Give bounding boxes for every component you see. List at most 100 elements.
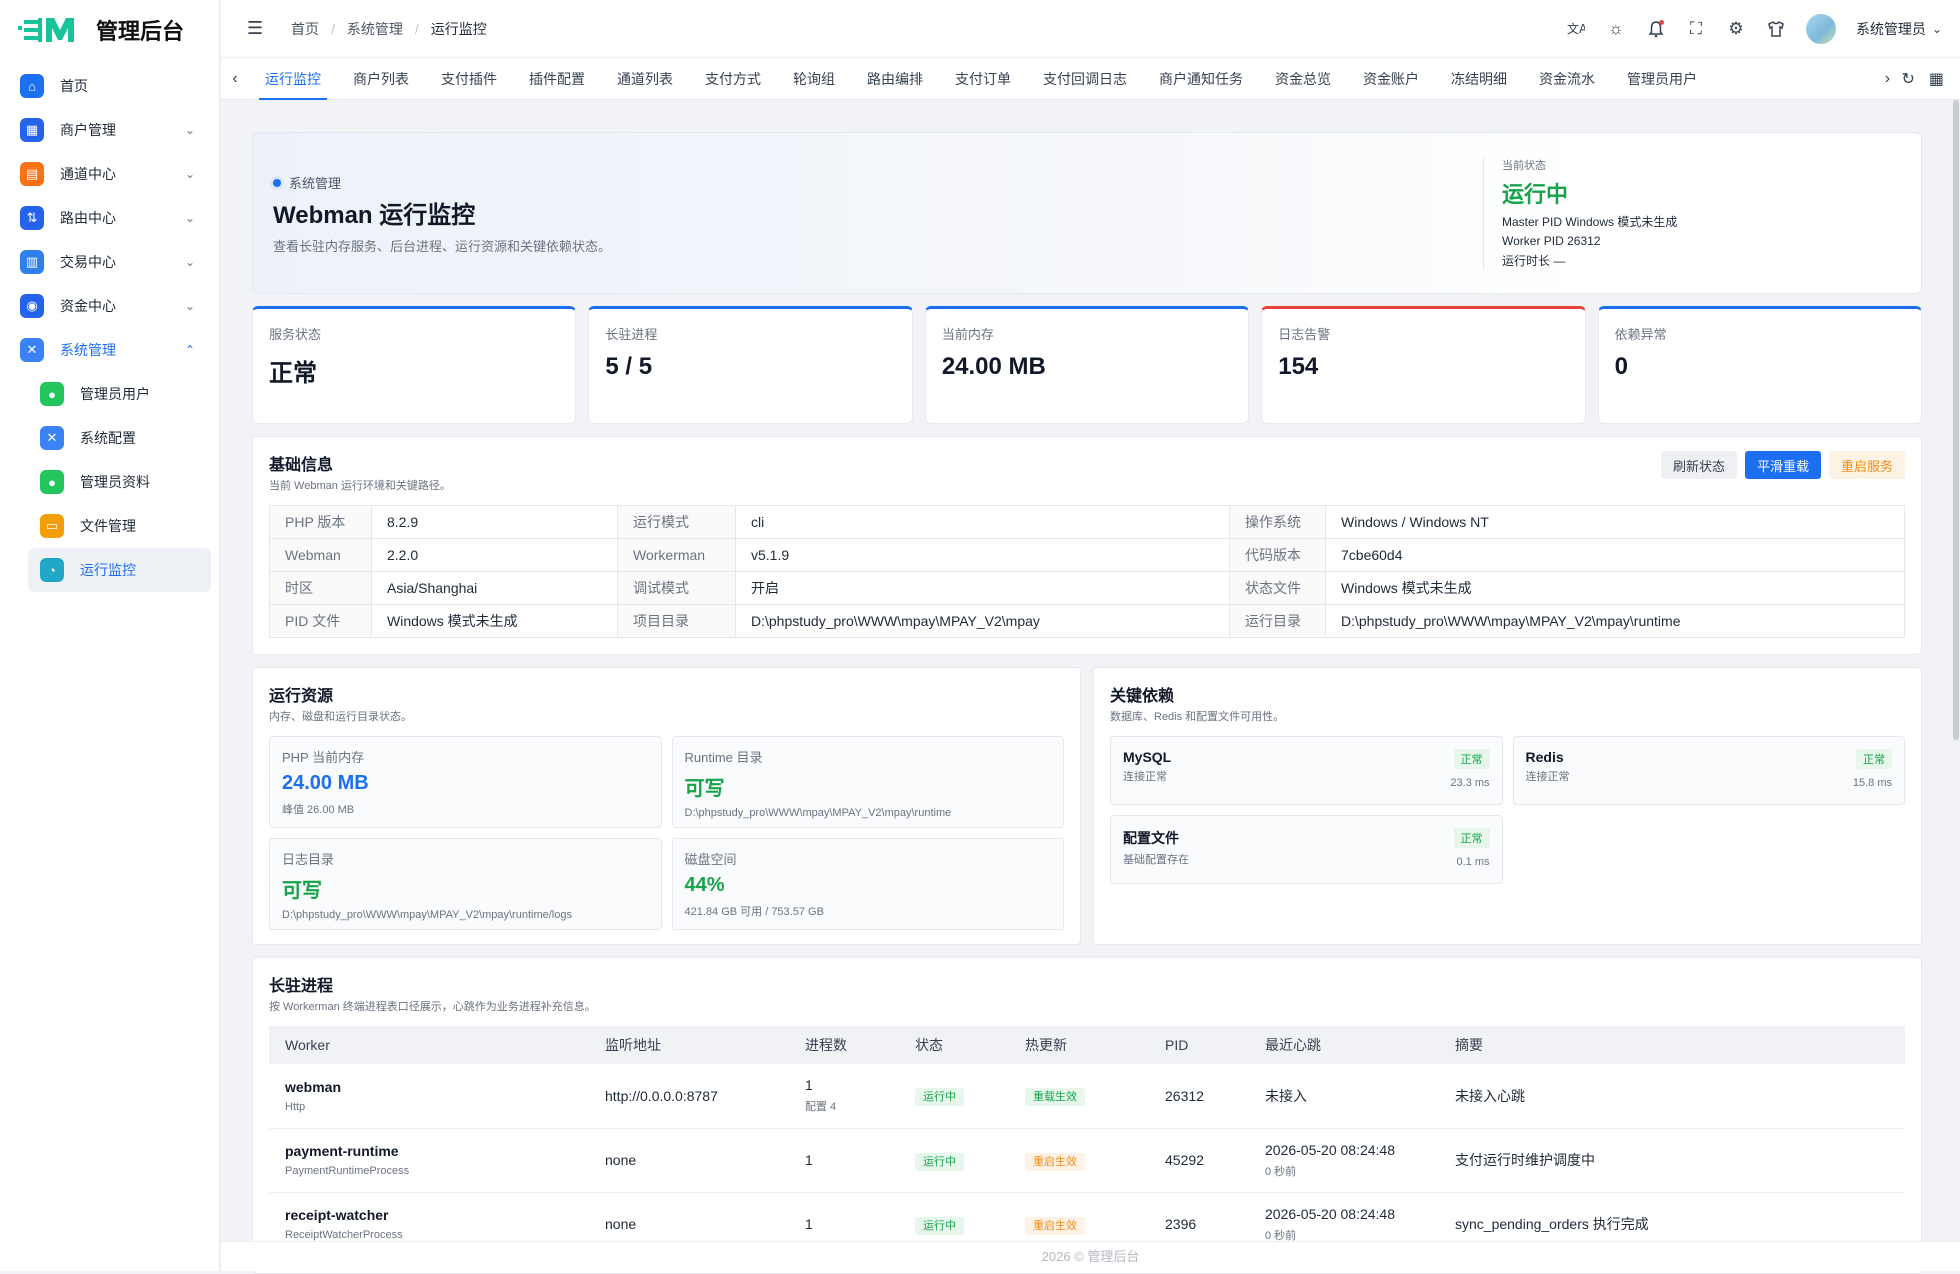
gear-icon[interactable]: ⚙ <box>1726 19 1746 39</box>
tab-admin-user[interactable]: 管理员用户 <box>1611 58 1713 100</box>
info-value: 7cbe60d4 <box>1325 538 1905 572</box>
tab-channel-list[interactable]: 通道列表 <box>601 58 689 100</box>
avatar[interactable] <box>1805 13 1836 44</box>
tab-funds-account[interactable]: 资金账户 <box>1347 58 1435 100</box>
logo-icon <box>18 14 78 46</box>
sidebar-item-label: 首页 <box>60 78 88 94</box>
breadcrumb-current: 运行监控 <box>430 20 487 37</box>
listen-address: none <box>589 1128 789 1193</box>
breadcrumb-item[interactable]: 系统管理 <box>347 19 403 39</box>
restart-service-button[interactable]: 重启服务 <box>1828 451 1905 479</box>
graceful-reload-button[interactable]: 平滑重载 <box>1744 451 1821 479</box>
tab-pay-plugin[interactable]: 支付插件 <box>425 58 513 100</box>
summary: 支付运行时维护调度中 <box>1439 1128 1905 1193</box>
sidebar-item-admin-users[interactable]: ● 管理员用户 <box>28 372 211 416</box>
home-icon: ⌂ <box>20 74 44 98</box>
section-subtitle: 当前 Webman 运行环境和关键路径。 <box>269 480 451 492</box>
refresh-status-button[interactable]: 刷新状态 <box>1660 451 1737 479</box>
grid-view-icon[interactable]: ▦ <box>1929 69 1944 89</box>
sidebar-item-home[interactable]: ⌂ 首页 <box>8 64 211 108</box>
chevron-up-icon: ⌃ <box>184 343 195 357</box>
resource-label: 磁盘空间 <box>684 852 737 867</box>
sidebar-item-merchant[interactable]: ▦ 商户管理 ⌄ <box>8 108 211 152</box>
dependency-card-mysql: MySQL 连接正常 正常 23.3 ms <box>1110 736 1503 805</box>
dependency-desc: 基础配置存在 <box>1123 854 1189 866</box>
refresh-icon[interactable]: ↻ <box>1901 69 1914 89</box>
dependency-card-config: 配置文件 基础配置存在 正常 0.1 ms <box>1110 815 1503 884</box>
logo[interactable]: 管理后台 <box>0 0 219 60</box>
tab-freeze-detail[interactable]: 冻结明细 <box>1435 58 1523 100</box>
sidebar-item-trade[interactable]: ▥ 交易中心 ⌄ <box>8 240 211 284</box>
sidebar-item-label: 管理员资料 <box>80 474 150 490</box>
kpi-label: 日志告警 <box>1278 327 1331 342</box>
section-subtitle: 内存、磁盘和运行目录状态。 <box>269 711 412 723</box>
section-subtitle: 按 Workerman 终端进程表口径展示，心跳作为业务进程补充信息。 <box>269 1001 596 1013</box>
status-label: 当前状态 <box>1502 160 1546 172</box>
info-value: cli <box>735 505 1230 539</box>
info-value: D:\phpstudy_pro\WWW\mpay\MPAY_V2\mpay <box>735 604 1230 638</box>
sidebar-item-admin-profile[interactable]: ● 管理员资料 <box>28 460 211 504</box>
column-header: 最近心跳 <box>1249 1026 1439 1064</box>
tab-callback-log[interactable]: 支付回调日志 <box>1027 58 1143 100</box>
scrollbar-thumb[interactable] <box>1953 100 1959 740</box>
sidebar-submenu: ● 管理员用户 ✕ 系统配置 ● 管理员资料 ▭ 文件管理 ◔ 运行监控 <box>8 372 211 592</box>
sidebar-item-funds[interactable]: ◉ 资金中心 ⌄ <box>8 284 211 328</box>
hero-panel: 系统管理 Webman 运行监控 查看长驻内存服务、后台进程、运行资源和关键依赖… <box>252 132 1922 294</box>
info-value: 开启 <box>735 571 1230 605</box>
tab-notify-task[interactable]: 商户通知任务 <box>1143 58 1259 100</box>
sidebar-item-label: 资金中心 <box>60 298 116 314</box>
master-pid: Master PID Windows 模式未生成 <box>1502 215 1678 229</box>
sidebar-item-route[interactable]: ⇅ 路由中心 ⌄ <box>8 196 211 240</box>
tab-scroll-right-icon[interactable]: › <box>1873 70 1901 88</box>
info-key: 时区 <box>269 571 372 605</box>
sidebar-item-system[interactable]: ✕ 系统管理 ⌃ <box>8 328 211 372</box>
bell-icon[interactable] <box>1646 19 1666 39</box>
column-header: 监听地址 <box>589 1026 789 1064</box>
sidebar-item-file-manager[interactable]: ▭ 文件管理 <box>28 504 211 548</box>
translate-icon[interactable]: 文A <box>1566 19 1586 39</box>
tab-merchant-list[interactable]: 商户列表 <box>337 58 425 100</box>
tab-pay-order[interactable]: 支付订单 <box>939 58 1027 100</box>
resource-label: 日志目录 <box>282 852 335 867</box>
kpi-value: 0 <box>1614 353 1628 380</box>
tab-pay-method[interactable]: 支付方式 <box>689 58 777 100</box>
tab-scroll-left-icon[interactable]: ‹ <box>221 70 249 88</box>
table-row: PID 文件 Windows 模式未生成 项目目录 D:\phpstudy_pr… <box>269 604 1905 638</box>
tab-bar: ‹ 运行监控 商户列表 支付插件 插件配置 通道列表 支付方式 轮询组 路由编排… <box>221 58 1960 100</box>
section-title: 运行资源 <box>269 688 334 705</box>
sidebar-item-channel[interactable]: ▤ 通道中心 ⌄ <box>8 152 211 196</box>
user-name[interactable]: 系统管理员 <box>1856 19 1926 39</box>
sidebar-item-system-config[interactable]: ✕ 系统配置 <box>28 416 211 460</box>
column-header: Worker <box>269 1026 589 1064</box>
resources-section: 运行资源 内存、磁盘和运行目录状态。 PHP 当前内存 24.00 MB 峰值 … <box>252 667 1081 945</box>
chevron-down-icon: ⌄ <box>184 211 195 225</box>
resource-value: 24.00 MB <box>282 772 369 794</box>
menu-toggle-icon[interactable]: ☰ <box>247 18 265 39</box>
worker-class: Http <box>285 1100 306 1113</box>
tab-monitor[interactable]: 运行监控 <box>249 58 337 100</box>
theme-sun-icon[interactable]: ☼ <box>1606 19 1626 39</box>
shirt-icon[interactable] <box>1766 19 1786 39</box>
grid-icon: ▦ <box>20 118 44 142</box>
fullscreen-icon[interactable]: ⛶ <box>1686 19 1706 39</box>
heartbeat-cell: 未接入 <box>1249 1064 1439 1129</box>
page-title: Webman 运行监控 <box>273 202 476 229</box>
info-key: 项目目录 <box>617 604 736 638</box>
sidebar-item-monitor[interactable]: ◔ 运行监控 <box>28 548 211 592</box>
footer: 2026 © 管理后台 <box>221 1241 1960 1271</box>
column-header: 热更新 <box>1009 1026 1149 1064</box>
tab-funds-overview[interactable]: 资金总览 <box>1259 58 1347 100</box>
tab-plugin-config[interactable]: 插件配置 <box>513 58 601 100</box>
tab-poll-group[interactable]: 轮询组 <box>777 58 851 100</box>
tab-route-arrange[interactable]: 路由编排 <box>851 58 939 100</box>
chevron-down-icon[interactable]: ⌄ <box>1932 22 1942 36</box>
tab-funds-flow[interactable]: 资金流水 <box>1523 58 1611 100</box>
wallet-icon: ◉ <box>20 294 44 318</box>
info-value: Windows 模式未生成 <box>1325 571 1905 605</box>
breadcrumb-item[interactable]: 首页 <box>291 19 319 39</box>
status-cell: 运行中 <box>899 1064 1009 1129</box>
page-scrollbar[interactable] <box>1952 100 1960 740</box>
column-header: PID <box>1149 1026 1249 1064</box>
clipboard-icon: ▥ <box>20 250 44 274</box>
resource-sub: D:\phpstudy_pro\WWW\mpay\MPAY_V2\mpay\ru… <box>684 807 952 819</box>
